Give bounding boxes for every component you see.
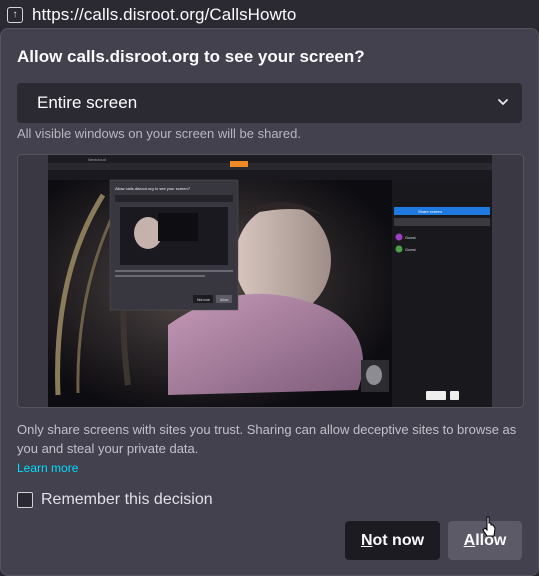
- url-bar[interactable]: ↑ https://calls.disroot.org/CallsHowto: [0, 0, 539, 30]
- mouse-cursor-icon: [482, 516, 496, 537]
- not-now-label: Not now: [360, 531, 425, 549]
- learn-more-link[interactable]: Learn more: [17, 461, 78, 475]
- screen-source-select[interactable]: Entire screen: [17, 83, 522, 123]
- url-text[interactable]: https://calls.disroot.org/CallsHowto: [32, 5, 296, 25]
- chevron-down-icon: [498, 99, 508, 105]
- screen-share-permission-dialog: Allow calls.disroot.org to see your scre…: [0, 28, 539, 576]
- preview-nested-tabs: Nextcloud: [88, 157, 106, 162]
- preview-nested-btn-notnow: Not now: [197, 298, 210, 302]
- screen-source-value: Entire screen: [37, 93, 138, 112]
- preview-nested-btn-allow: Allow: [220, 298, 229, 302]
- screen-share-icon[interactable]: ↑: [7, 7, 23, 23]
- not-now-button[interactable]: Not now: [345, 521, 440, 560]
- screen-preview-image: Nextcloud Allow calls.disroot.org to see…: [48, 155, 492, 407]
- screen-preview: Nextcloud Allow calls.disroot.org to see…: [17, 154, 524, 408]
- source-description: All visible windows on your screen will …: [17, 126, 301, 141]
- preview-nested-prompt-title: Allow calls.disroot.org to see your scre…: [115, 186, 191, 191]
- remember-checkbox[interactable]: [17, 492, 33, 508]
- dialog-title: Allow calls.disroot.org to see your scre…: [17, 47, 365, 66]
- preview-participant-1: Guest: [405, 235, 417, 240]
- remember-decision[interactable]: Remember this decision: [17, 491, 213, 509]
- remember-label[interactable]: Remember this decision: [41, 491, 213, 509]
- preview-sidebar-button: Share screen: [418, 209, 442, 214]
- share-warning-text: Only share screens with sites you trust.…: [17, 422, 517, 456]
- preview-participant-2: Guest: [405, 247, 417, 252]
